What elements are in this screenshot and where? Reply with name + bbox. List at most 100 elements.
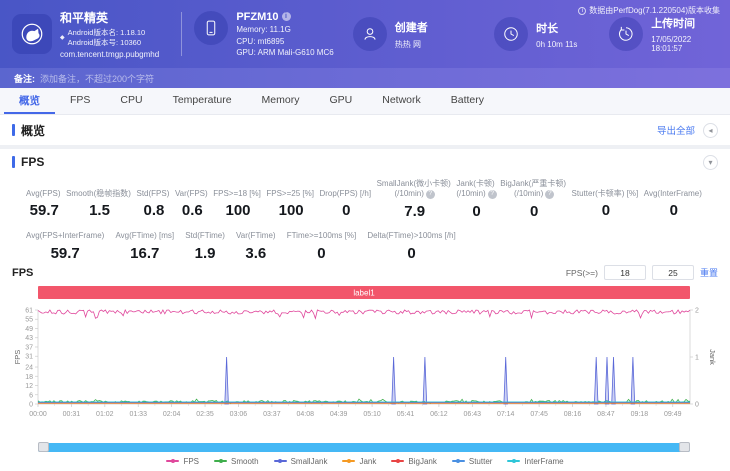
duration-block: 时长 0h 10m 11s: [494, 17, 609, 51]
overview-section-header: 概览 导出全部 ◂: [0, 115, 730, 145]
stat-cell: FPS>=25 [%] 100: [266, 179, 316, 220]
stat-cell: Std(FPS) 0.8: [137, 179, 172, 220]
legend-item-fps[interactable]: FPS: [166, 457, 199, 466]
stat-value: 0: [287, 245, 357, 262]
info-icon[interactable]: ?: [545, 190, 554, 199]
stat-value: 59.7: [26, 202, 63, 219]
export-all-link[interactable]: 导出全部: [657, 123, 695, 137]
section-accent-bar: [12, 124, 15, 136]
legend-marker-icon: [391, 460, 404, 462]
svg-text:02:04: 02:04: [163, 411, 181, 418]
svg-text:06:12: 06:12: [430, 411, 448, 418]
chart-legend: FPS Smooth SmallJank Jank BigJank Stutter Inte…: [12, 455, 718, 471]
svg-text:label1: label1: [353, 288, 375, 297]
stat-value: 59.7: [26, 245, 104, 262]
person-icon: [353, 17, 387, 51]
device-gpu: GPU: ARM Mali-G610 MC6: [236, 48, 333, 57]
collapse-fps-button[interactable]: ▾: [703, 155, 718, 170]
legend-label: FPS: [183, 457, 199, 466]
tab[interactable]: Battery: [436, 88, 499, 114]
svg-text:00:00: 00:00: [29, 411, 47, 418]
stat-value: 1.9: [185, 245, 225, 262]
svg-text:02:35: 02:35: [196, 411, 214, 418]
legend-item-bigjank[interactable]: BigJank: [391, 457, 436, 466]
collector-note: i 数据由PerfDog(7.1.220504)版本收集: [578, 5, 720, 16]
svg-text:04:39: 04:39: [330, 411, 348, 418]
perfdog-report-page: 和平精英 ◆ Android版本名: 1.18.10 Android版本号: 1…: [0, 0, 730, 471]
tab[interactable]: Network: [367, 88, 436, 114]
stat-value: 100: [213, 202, 263, 219]
slider-handle-left[interactable]: [38, 442, 49, 452]
tab-bar: 概览 FPS CPU Temperature Memory GPU Networ…: [0, 88, 730, 115]
tab[interactable]: FPS: [55, 88, 105, 114]
legend-item-smalljank[interactable]: SmallJank: [274, 457, 328, 466]
upload-label: 上传时间: [651, 15, 718, 31]
svg-text:0: 0: [695, 401, 699, 408]
svg-text:05:10: 05:10: [363, 411, 381, 418]
stat-value: 3.6: [236, 245, 276, 262]
reset-link[interactable]: 重置: [700, 266, 718, 279]
legend-label: Stutter: [469, 457, 493, 466]
chart-title: FPS: [12, 267, 33, 279]
stat-value: 7.9: [377, 203, 453, 220]
fps-threshold-input-2[interactable]: [652, 265, 694, 280]
note-bar[interactable]: 备注: 添加备注，不超过200个字符: [0, 68, 730, 88]
app-name: 和平精英: [60, 9, 169, 26]
legend-item-interframe[interactable]: InterFrame: [507, 457, 563, 466]
section-accent-bar: [12, 156, 15, 168]
stat-value: 16.7: [115, 245, 174, 262]
svg-text:Jank: Jank: [708, 349, 717, 365]
legend-item-stutter[interactable]: Stutter: [452, 457, 493, 466]
svg-text:1: 1: [695, 354, 699, 361]
stat-cell: Avg(FTime) [ms] 16.7: [115, 222, 174, 262]
legend-label: SmallJank: [291, 457, 328, 466]
svg-text:07:45: 07:45: [530, 411, 548, 418]
svg-text:2: 2: [695, 307, 699, 314]
legend-item-jank[interactable]: Jank: [342, 457, 376, 466]
stat-cell: FTime>=100ms [%] 0: [287, 222, 357, 262]
slider-handle-right[interactable]: [679, 442, 690, 452]
tab[interactable]: GPU: [314, 88, 367, 114]
collapse-overview-button[interactable]: ◂: [703, 123, 718, 138]
info-icon[interactable]: ?: [426, 190, 435, 199]
svg-text:55: 55: [25, 317, 33, 324]
device-model: PFZM10: [236, 11, 278, 23]
stat-cell: Avg(InterFrame) 0: [644, 179, 704, 220]
app-logo-icon: [12, 14, 52, 54]
svg-text:03:06: 03:06: [230, 411, 248, 418]
device-info-icon[interactable]: i: [282, 12, 291, 21]
legend-item-smooth[interactable]: Smooth: [214, 457, 259, 466]
info-icon[interactable]: ?: [488, 190, 497, 199]
fps-section-header: FPS ▾: [0, 149, 730, 175]
legend-marker-icon: [452, 460, 465, 462]
fps-title: FPS: [12, 155, 44, 169]
tab[interactable]: Temperature: [158, 88, 247, 114]
stat-value: 0: [367, 245, 455, 262]
stat-value: 0: [500, 203, 568, 220]
chart-range-slider[interactable]: [38, 443, 690, 452]
stat-cell: Drop(FPS) [/h] ? 0: [319, 179, 373, 220]
svg-text:31: 31: [25, 354, 33, 361]
clock-icon: [494, 17, 528, 51]
svg-text:61: 61: [25, 307, 33, 314]
svg-text:04:08: 04:08: [297, 411, 315, 418]
legend-marker-icon: [214, 460, 227, 462]
svg-text:43: 43: [25, 335, 33, 342]
tab[interactable]: CPU: [105, 88, 157, 114]
stat-value: 0: [644, 202, 704, 219]
tab[interactable]: Memory: [247, 88, 315, 114]
svg-text:08:16: 08:16: [564, 411, 582, 418]
info-icon: i: [578, 7, 586, 15]
stat-cell: Jank(卡顿) (/10min)? 0: [456, 179, 496, 220]
svg-text:49: 49: [25, 326, 33, 333]
svg-text:06:43: 06:43: [464, 411, 482, 418]
stat-cell: Stutter(卡顿率) [%] 0: [572, 179, 641, 220]
tab[interactable]: 概览: [4, 88, 55, 114]
stat-value: 0: [319, 202, 373, 219]
svg-text:6: 6: [29, 392, 33, 399]
overview-title: 概览: [12, 122, 45, 139]
fps-threshold-input-1[interactable]: [604, 265, 646, 280]
fps-stats-row-2: Avg(FPS+InterFrame) 59.7 Avg(FTime) [ms]…: [0, 220, 482, 262]
stat-cell: Var(FPS) 0.6: [175, 179, 210, 220]
fps-card: FPS ▾ Avg(FPS) 59.7 Smooth(稳帧: [0, 149, 730, 471]
